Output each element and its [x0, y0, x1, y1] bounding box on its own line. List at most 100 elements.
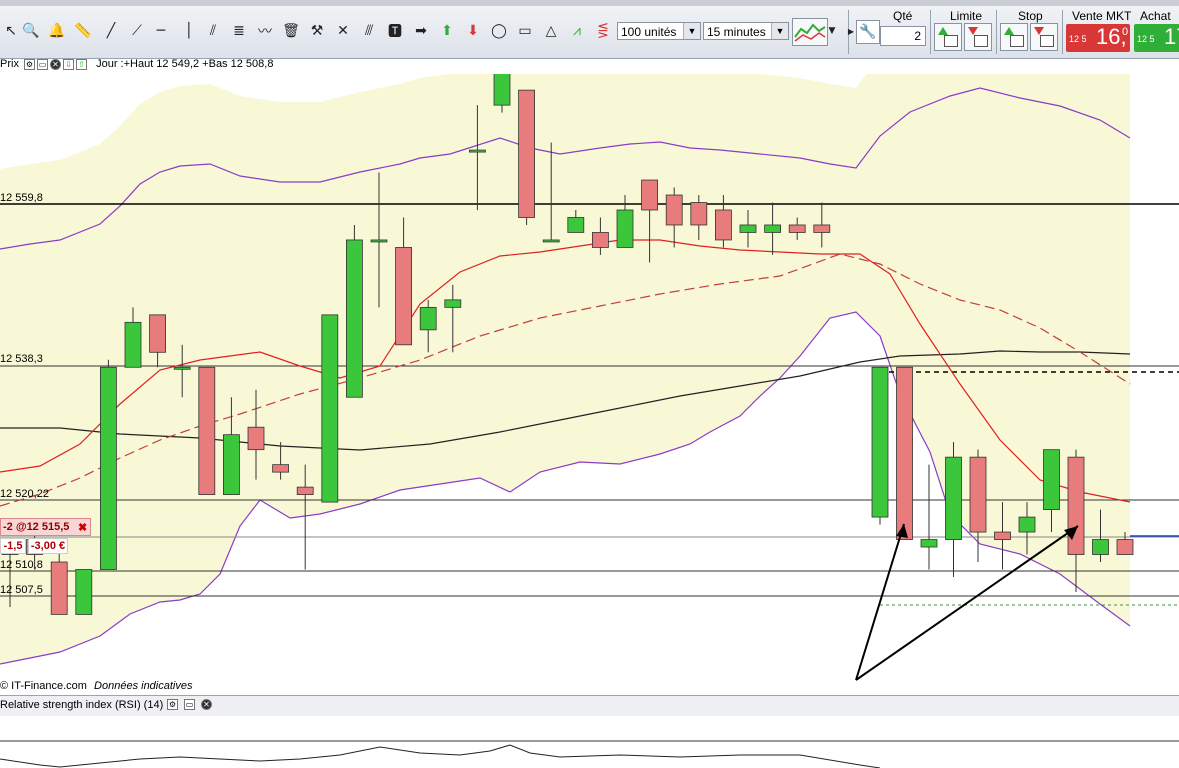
candle-body[interactable] — [1116, 539, 1134, 555]
polyline-tool-icon[interactable]: ⩘ — [566, 20, 588, 42]
candle-body[interactable] — [1043, 449, 1060, 510]
price-chart[interactable] — [0, 74, 1179, 694]
ellipse-tool-icon[interactable]: ◯ — [488, 20, 510, 42]
candle-body[interactable] — [124, 321, 142, 368]
candle-body[interactable] — [715, 209, 732, 241]
annotation-arrow-line[interactable] — [855, 523, 905, 681]
candle-body[interactable] — [321, 314, 339, 503]
qty-input[interactable]: 2 — [880, 26, 926, 46]
sell-mkt-label: Vente MKT — [1072, 9, 1132, 23]
settings-wrench-icon[interactable]: 🔧 — [856, 20, 880, 44]
trendline-tool-icon[interactable]: ⟋ — [126, 20, 148, 42]
close-icon[interactable]: ✕ — [50, 58, 62, 70]
candle-body[interactable] — [198, 366, 216, 496]
close-position-icon[interactable]: ✖ — [78, 521, 87, 534]
candle-body[interactable] — [247, 426, 265, 451]
candle-body[interactable] — [468, 149, 486, 153]
limit-sell-button[interactable] — [964, 23, 992, 51]
vertical-line-icon[interactable]: │ — [178, 20, 200, 42]
candle-body[interactable] — [567, 217, 585, 233]
position-order-tag[interactable]: -2 @12 515,5 ✖ — [0, 518, 91, 536]
candle-body[interactable] — [222, 434, 240, 496]
candle-body[interactable] — [616, 209, 634, 248]
buy-market-button[interactable]: 12 5 17 — [1134, 24, 1179, 52]
stop-sell-button[interactable] — [1030, 23, 1058, 51]
window-icon[interactable]: ▭ — [184, 699, 195, 710]
horizontal-line-icon[interactable]: ─ — [150, 20, 172, 42]
arrow-up-icon[interactable]: ⬆ — [436, 20, 458, 42]
candle-body[interactable] — [542, 239, 560, 243]
move-down-icon[interactable]: ⇩ — [63, 58, 75, 70]
candle-body[interactable] — [173, 366, 191, 370]
candle-body[interactable] — [945, 456, 962, 540]
candle-body[interactable] — [50, 561, 68, 615]
candle-body[interactable] — [75, 569, 93, 615]
candle-body[interactable] — [788, 224, 806, 233]
indicator-button[interactable] — [792, 18, 828, 46]
channel-tool-icon[interactable]: ⫽ — [202, 20, 224, 42]
move-up-icon[interactable]: ⇧ — [76, 58, 88, 70]
candle-body[interactable] — [690, 202, 708, 226]
candle-body[interactable] — [871, 366, 889, 518]
candle-body[interactable] — [419, 306, 437, 331]
ruler-icon[interactable]: 📏 — [72, 20, 94, 42]
candle-body[interactable] — [665, 194, 683, 226]
units-select[interactable]: 100 unités ▼ — [617, 22, 701, 40]
toolbar-divider — [930, 10, 931, 54]
candle-body[interactable] — [739, 224, 757, 233]
pointer-icon[interactable]: ↖ — [0, 20, 22, 42]
chevron-down-icon[interactable]: ▼ — [826, 20, 838, 42]
parallel-icon[interactable]: ⫻ — [358, 20, 380, 42]
window-icon[interactable]: ▭ — [37, 58, 49, 70]
settings-wrench-icon[interactable]: ⚙ — [24, 58, 36, 70]
sell-market-button[interactable]: 12 5 16, 0 — [1066, 24, 1130, 52]
arrow-right-icon[interactable]: ➡ — [410, 20, 432, 42]
candle-body[interactable] — [920, 539, 938, 548]
close-icon[interactable]: ✕ — [201, 699, 212, 710]
rsi-line — [0, 744, 881, 768]
tools-icon[interactable]: ⚒ — [306, 20, 328, 42]
candle-body[interactable] — [813, 224, 831, 233]
candle-body[interactable] — [395, 247, 413, 346]
candle-body[interactable] — [641, 179, 658, 211]
candle-body[interactable] — [969, 456, 987, 533]
candle-body[interactable] — [896, 366, 913, 540]
legend-info: Jour :+Haut 12 549,2 +Bas 12 508,8 — [96, 58, 274, 70]
rectangle-tool-icon[interactable]: ▭ — [514, 20, 536, 42]
annotation-arrow-line[interactable] — [855, 525, 1079, 681]
candle-body[interactable] — [149, 314, 167, 353]
chevron-right-icon[interactable]: ▶ — [846, 20, 856, 42]
stop-buy-button[interactable] — [1000, 23, 1028, 51]
candle-body[interactable] — [518, 89, 535, 218]
fibonacci-icon[interactable]: ≣ — [228, 20, 250, 42]
disclaimer-text: Données indicatives — [94, 680, 193, 692]
timeframe-select[interactable]: 15 minutes ▼ — [703, 22, 789, 40]
cross-line-icon[interactable]: ✕ — [332, 20, 354, 42]
candle-body[interactable] — [592, 232, 609, 248]
pattern-tool-icon[interactable]: 〰 — [254, 20, 276, 42]
candle-body[interactable] — [444, 299, 462, 308]
candle-body[interactable] — [100, 366, 117, 570]
magnifier-icon[interactable]: 🔍 — [20, 20, 42, 42]
candle-body[interactable] — [764, 224, 781, 233]
arrow-down-icon[interactable]: ⬇ — [462, 20, 484, 42]
chevron-down-icon: ▼ — [683, 23, 700, 39]
alert-bell-icon[interactable]: 🔔 — [46, 20, 68, 42]
candle-body[interactable] — [370, 239, 388, 243]
candle-body[interactable] — [296, 486, 314, 496]
candle-body[interactable] — [493, 74, 511, 106]
settings-wrench-icon[interactable]: ⚙ — [167, 699, 178, 710]
candle-body[interactable] — [994, 531, 1011, 540]
candle-body[interactable] — [1018, 516, 1036, 533]
candle-body[interactable] — [345, 239, 363, 398]
candle-body[interactable] — [1092, 539, 1109, 555]
candle-body[interactable] — [272, 464, 290, 473]
fan-tool-icon[interactable]: ⋚ — [592, 20, 614, 42]
line-tool-icon[interactable]: ╱ — [100, 20, 122, 42]
trash-icon[interactable]: 🗑 — [280, 20, 302, 42]
text-tool-icon[interactable]: 🆃 — [384, 20, 406, 42]
candle-body[interactable] — [1067, 456, 1085, 555]
triangle-tool-icon[interactable]: △ — [540, 20, 562, 42]
limit-buy-button[interactable] — [934, 23, 962, 51]
rsi-chart[interactable] — [0, 715, 1179, 768]
